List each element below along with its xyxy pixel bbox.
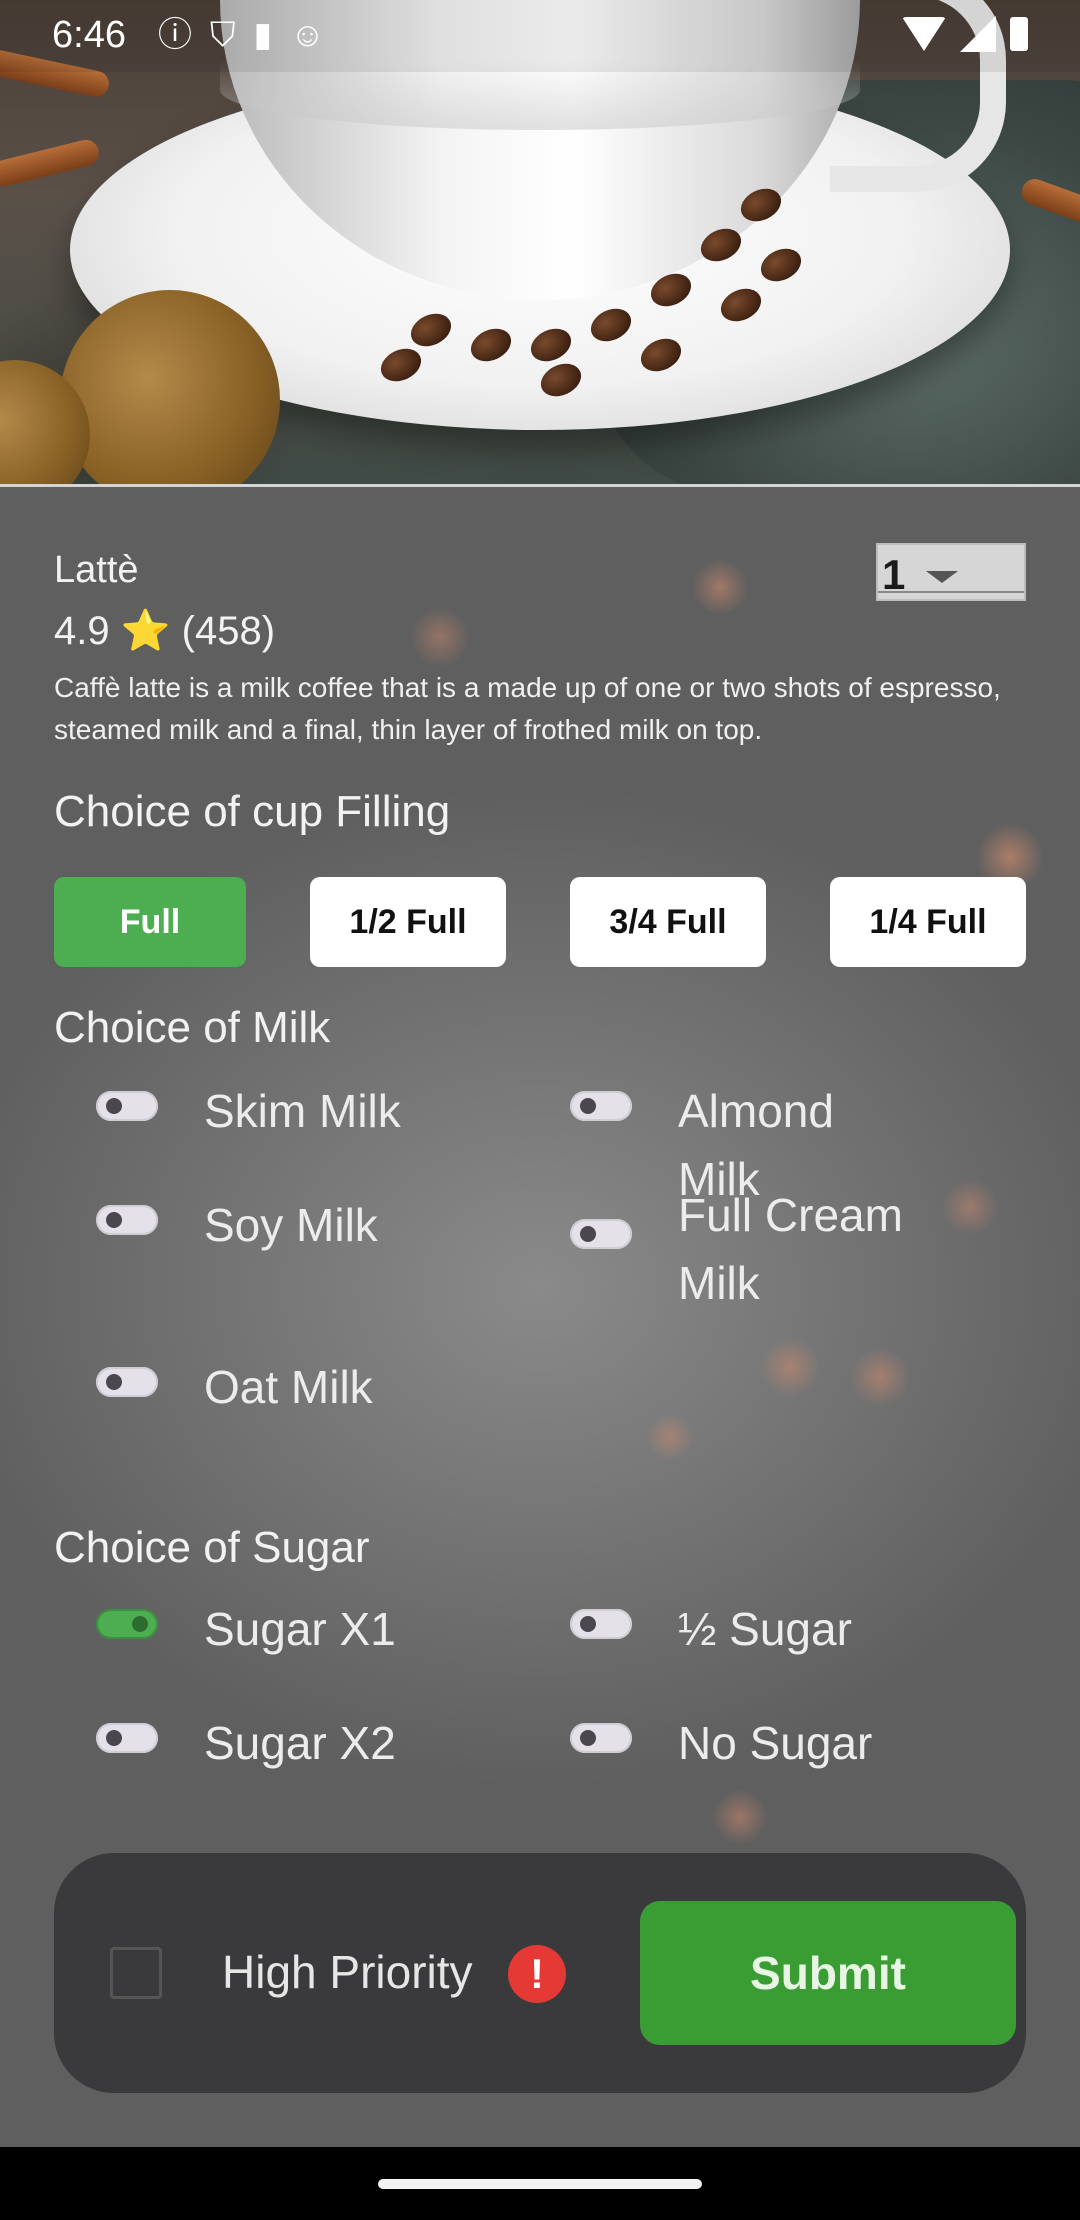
sugar-x2-toggle[interactable]: [96, 1723, 158, 1753]
toggle-label: ½ Sugar: [678, 1603, 852, 1655]
order-panel: High Priority ! Submit: [54, 1853, 1026, 2093]
no-sugar-toggle[interactable]: [570, 1723, 632, 1753]
sd-card-icon: ▮: [253, 16, 273, 54]
high-priority-checkbox[interactable]: [110, 1947, 162, 1999]
status-bar: 6:46 ⓘ ⛉ ▮ ☺: [0, 0, 1080, 72]
filling-three-quarter-button[interactable]: 3/4 Full: [570, 877, 766, 967]
info-icon: ⓘ: [158, 16, 192, 54]
milk-option-skim[interactable]: Skim Milk: [96, 1077, 454, 1145]
alert-icon: !: [508, 1945, 566, 2003]
shield-icon: ⛉: [210, 16, 236, 54]
product-description: Caffè latte is a milk coffee that is a m…: [54, 672, 1001, 745]
navigation-bar: [0, 2147, 1080, 2220]
almond-milk-toggle[interactable]: [570, 1091, 632, 1121]
half-sugar-toggle[interactable]: [570, 1609, 632, 1639]
sugar-x1-toggle[interactable]: [96, 1609, 158, 1639]
product-detail-sheet: Lattè 4.9 ⭐ (458) Caffè latte is a milk …: [0, 487, 1080, 2147]
home-gesture-handle[interactable]: [378, 2179, 702, 2189]
toggle-label: Soy Milk: [204, 1199, 378, 1251]
toggle-label: Sugar X1: [204, 1603, 396, 1655]
skim-milk-toggle[interactable]: [96, 1091, 158, 1121]
milk-heading: Choice of Milk: [54, 1003, 331, 1052]
sugar-option-x1[interactable]: Sugar X1: [96, 1595, 454, 1663]
milk-option-full-cream[interactable]: Full Cream Milk: [570, 1181, 928, 1317]
filling-half-button[interactable]: 1/2 Full: [310, 877, 506, 967]
chevron-down-icon: [926, 571, 958, 583]
product-rating: 4.9 ⭐ (458): [54, 609, 276, 653]
status-time: 6:46: [52, 14, 126, 56]
cinnamon-stick: [0, 137, 102, 189]
toggle-label: Full Cream Milk: [678, 1189, 903, 1309]
milk-option-oat[interactable]: Oat Milk: [96, 1353, 454, 1421]
filling-full-button[interactable]: Full: [54, 877, 246, 967]
sugar-heading: Choice of Sugar: [54, 1523, 370, 1572]
cat-face-icon: ☺: [290, 16, 325, 54]
product-hero-image: [0, 0, 1080, 486]
toggle-label: No Sugar: [678, 1717, 873, 1769]
oat-milk-toggle[interactable]: [96, 1367, 158, 1397]
filling-quarter-button[interactable]: 1/4 Full: [830, 877, 1026, 967]
battery-icon: [1010, 17, 1028, 51]
soy-milk-toggle[interactable]: [96, 1205, 158, 1235]
quantity-dropdown[interactable]: 1: [876, 543, 1026, 601]
wifi-icon: [902, 17, 946, 51]
sugar-option-half[interactable]: ½ Sugar: [570, 1595, 928, 1663]
signal-icon: [960, 16, 996, 52]
sugar-option-x2[interactable]: Sugar X2: [96, 1709, 454, 1777]
product-title: Lattè: [54, 549, 139, 591]
toggle-label: Sugar X2: [204, 1717, 396, 1769]
full-cream-milk-toggle[interactable]: [570, 1219, 632, 1249]
sugar-option-none[interactable]: No Sugar: [570, 1709, 928, 1777]
high-priority-label: High Priority: [222, 1946, 473, 1998]
toggle-label: Skim Milk: [204, 1085, 401, 1137]
milk-option-soy[interactable]: Soy Milk: [96, 1191, 454, 1259]
toggle-label: Oat Milk: [204, 1361, 373, 1413]
submit-button[interactable]: Submit: [640, 1901, 1016, 2045]
cup-filling-heading: Choice of cup Filling: [54, 787, 451, 836]
